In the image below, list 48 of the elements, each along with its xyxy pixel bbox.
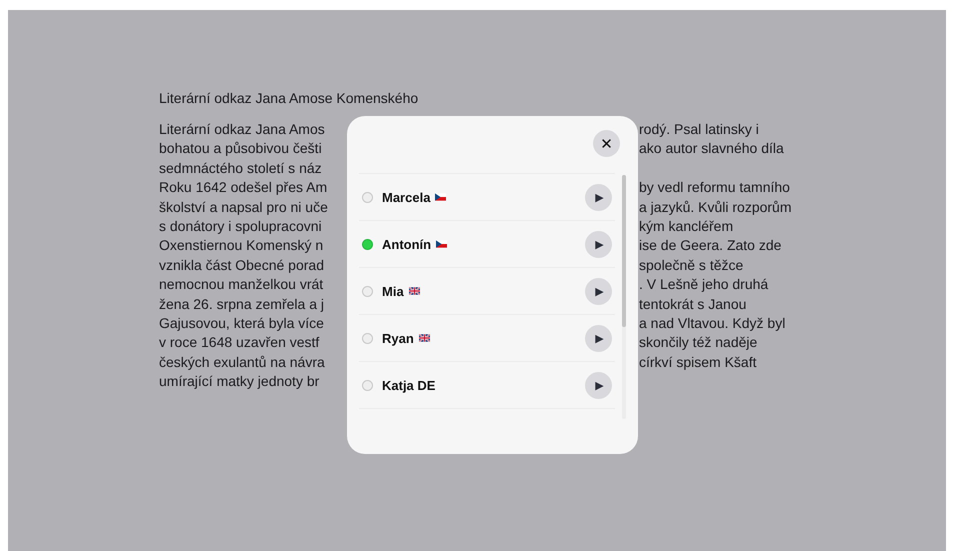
paragraph-line: vznikla část Obecné porad — [159, 256, 325, 275]
czech-flag-icon — [435, 193, 446, 201]
play-button[interactable]: ▶ — [585, 324, 612, 352]
voice-name: Mia — [382, 284, 404, 298]
paragraph-line: s donátory i spolupracovni — [159, 217, 323, 236]
czech-flag-icon — [436, 240, 448, 248]
paragraph-line: rodý. Psal latinsky i — [639, 120, 760, 139]
paragraph-line: společně s těžce — [639, 256, 744, 275]
paragraph-line: by vedl reformu tamního — [639, 178, 791, 198]
paragraph-line: tentokrát s Janou — [639, 294, 748, 314]
voice-name: Katja DE — [382, 378, 436, 392]
play-button[interactable]: ▶ — [585, 184, 612, 210]
paragraph-line: Oxenstiernou Komenský n — [159, 236, 324, 256]
play-button[interactable]: ▶ — [585, 278, 612, 304]
paragraph-line: kým kancléřem — [639, 217, 734, 236]
paragraph-line: skončily též naděje — [639, 333, 758, 352]
radio-button[interactable] — [362, 380, 373, 390]
paragraph-line: . V Lešně jeho druhá — [639, 275, 770, 294]
play-button[interactable]: ▶ — [585, 372, 612, 398]
uk-flag-icon — [408, 287, 420, 295]
radio-button[interactable] — [362, 332, 373, 344]
paragraph-line: ako autor slavného díla — [639, 139, 785, 158]
uk-flag-icon — [418, 334, 430, 342]
radio-button[interactable] — [362, 192, 373, 202]
paragraph-line: Gajusovou, která byla více — [159, 314, 325, 334]
paragraph-line: českých exulantů na návra — [159, 352, 326, 372]
paragraph-line: církví spisem Kšaft — [639, 352, 758, 372]
scrollbar-thumb[interactable] — [622, 175, 626, 327]
paragraph-line: Literární odkaz Jana Amos — [159, 120, 326, 139]
voice-name: Ryan — [382, 330, 414, 346]
voice-name: Antonín — [382, 236, 432, 252]
paragraph-line: v roce 1648 uzavřen vestf — [159, 333, 320, 352]
paragraph-line: školství a napsal pro ni uče — [159, 198, 329, 217]
paragraph-line: Roku 1642 odešel přes Am — [159, 178, 328, 198]
voice-name: Marcela — [382, 190, 430, 204]
paragraph-line: bohatou a působivou češti — [159, 139, 323, 158]
paragraph-line: a jazyků. Kvůli rozporům — [639, 198, 793, 217]
radio-button[interactable] — [362, 238, 373, 250]
paragraph-line: nemocnou manželkou vrát — [159, 275, 324, 294]
paragraph-line: a nad Vltavou. Když byl — [639, 314, 786, 334]
paragraph-line: sedmnáctého století s náz — [159, 158, 323, 178]
radio-button[interactable] — [362, 286, 373, 296]
play-button[interactable]: ▶ — [585, 230, 612, 258]
paragraph-line: umírající matky jednoty br — [159, 372, 320, 392]
paragraph-line: žena 26. srpna zemřela a j — [159, 294, 325, 314]
paragraph-line: ise de Geera. Zato zde — [639, 236, 782, 256]
article-title: Literární odkaz Jana Amose Komenského — [159, 89, 420, 108]
close-button[interactable]: ✕ — [593, 130, 620, 157]
